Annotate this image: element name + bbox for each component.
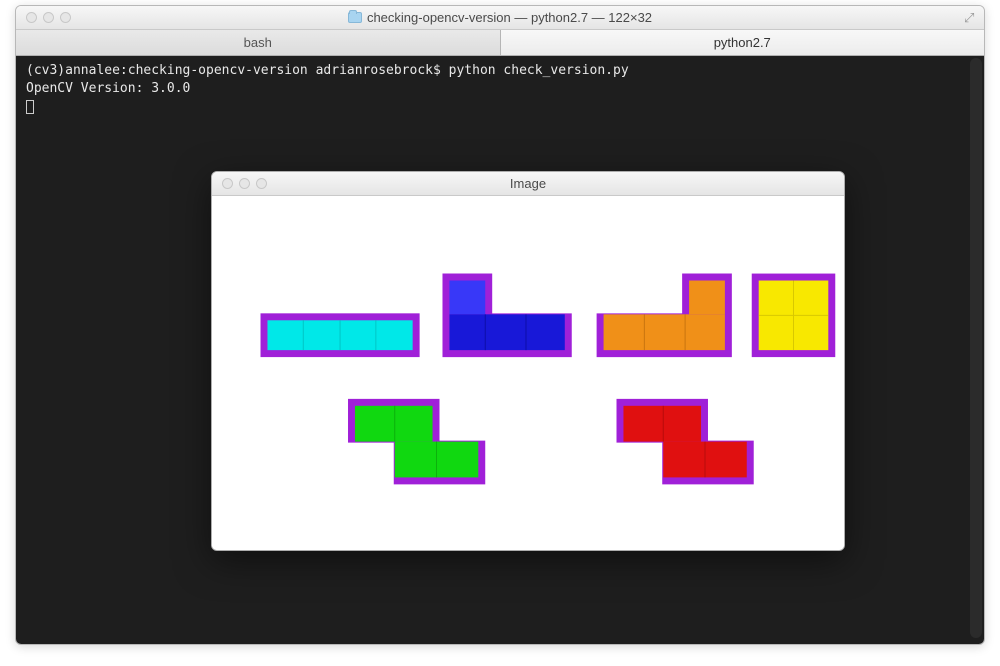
tab-bar: bash python2.7 — [16, 30, 984, 56]
image-titlebar: Image — [212, 172, 844, 196]
shape-orange — [597, 274, 732, 358]
image-window-title: Image — [212, 176, 844, 191]
folder-icon — [348, 12, 362, 23]
minimize-icon[interactable] — [43, 12, 54, 23]
traffic-lights — [222, 178, 267, 189]
minimize-icon[interactable] — [239, 178, 250, 189]
image-canvas — [212, 196, 844, 550]
close-icon[interactable] — [26, 12, 37, 23]
window-title: checking-opencv-version — python2.7 — 12… — [16, 10, 984, 25]
shape-yellow — [752, 274, 836, 358]
tab-label: bash — [244, 35, 272, 50]
output-line: OpenCV Version: 3.0.0 — [26, 80, 974, 98]
tetris-shapes — [212, 196, 844, 550]
zoom-icon[interactable] — [256, 178, 267, 189]
image-window: Image — [211, 171, 845, 551]
tab-python27[interactable]: python2.7 — [501, 30, 985, 55]
close-icon[interactable] — [222, 178, 233, 189]
terminal-window: checking-opencv-version — python2.7 — 12… — [15, 5, 985, 645]
cursor-icon — [26, 100, 34, 114]
traffic-lights — [26, 12, 71, 23]
shape-cyan — [261, 313, 420, 357]
tab-label: python2.7 — [714, 35, 771, 50]
window-title-text: checking-opencv-version — python2.7 — 12… — [367, 10, 652, 25]
shape-green — [348, 399, 485, 485]
tab-bash[interactable]: bash — [16, 30, 501, 55]
shape-blue — [442, 274, 571, 358]
scrollbar[interactable] — [970, 58, 982, 638]
shape-red — [617, 399, 754, 485]
expand-icon[interactable]: ⤢ — [964, 10, 978, 24]
prompt-line: (cv3)annalee:checking-opencv-version adr… — [26, 62, 974, 80]
titlebar: checking-opencv-version — python2.7 — 12… — [16, 6, 984, 30]
zoom-icon[interactable] — [60, 12, 71, 23]
image-window-title-text: Image — [510, 176, 546, 191]
